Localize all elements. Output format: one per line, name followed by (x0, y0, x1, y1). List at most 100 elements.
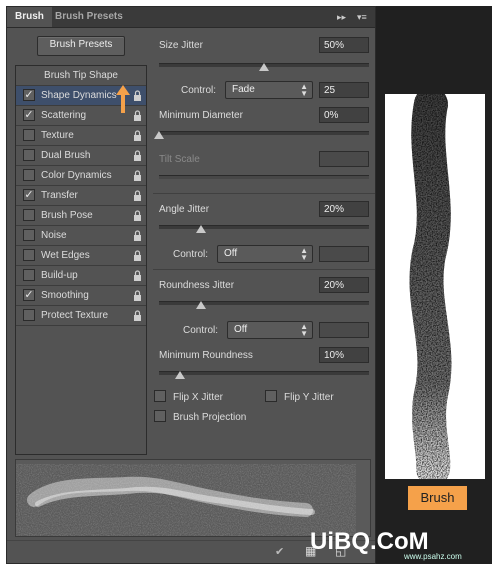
roundness-jitter-slider[interactable] (159, 301, 369, 305)
brush-tip-shape-label: Brush Tip Shape (44, 70, 118, 81)
checkbox[interactable] (23, 309, 35, 321)
fade-steps-field[interactable]: 25 (319, 82, 369, 98)
angle-jitter-thumb[interactable] (196, 225, 206, 233)
lock-icon[interactable] (133, 270, 142, 281)
chevron-updown-icon: ▲ ▼ (300, 322, 308, 338)
checkbox[interactable] (23, 249, 35, 261)
checkbox[interactable] (23, 209, 35, 221)
lock-icon[interactable] (133, 230, 142, 241)
min-diameter-field[interactable]: 0% (319, 107, 369, 123)
list-item-label: Scattering (41, 110, 87, 121)
min-diameter-thumb[interactable] (154, 131, 164, 139)
chevron-updown-icon: ▲ ▼ (300, 82, 308, 98)
checkbox[interactable] (23, 129, 35, 141)
brush-presets-button[interactable]: Brush Presets (37, 36, 125, 56)
list-item-build-up[interactable]: Build-up (16, 266, 146, 286)
brush-stroke-canvas (385, 94, 485, 479)
checkbox[interactable] (23, 229, 35, 241)
lock-icon[interactable] (133, 290, 142, 301)
tilt-scale-slider (159, 175, 369, 179)
brush-eye-icon[interactable]: ✔ (275, 545, 284, 558)
lock-icon[interactable] (133, 210, 142, 221)
roundness-control-extra-field (319, 322, 369, 338)
checkbox[interactable] (23, 269, 35, 281)
size-control-select[interactable]: Fade ▲ ▼ (225, 81, 313, 99)
tab-bar: Brush Brush Presets ▸▸ ▾≡ (7, 7, 375, 28)
list-item-smoothing[interactable]: ✓ Smoothing (16, 286, 146, 306)
roundness-jitter-thumb[interactable] (196, 301, 206, 309)
lock-icon[interactable] (133, 90, 142, 101)
list-item-protect-texture[interactable]: Protect Texture (16, 306, 146, 326)
list-item-wet-edges[interactable]: Wet Edges (16, 246, 146, 266)
lock-icon[interactable] (133, 190, 142, 201)
roundness-control-select[interactable]: Off ▲ ▼ (227, 321, 313, 339)
list-item-label: Shape Dynamics (41, 90, 117, 101)
lock-icon[interactable] (133, 310, 142, 321)
lock-icon[interactable] (133, 170, 142, 181)
checkbox[interactable] (23, 149, 35, 161)
size-control-value: Fade (232, 84, 255, 95)
tilt-scale-field (319, 151, 369, 167)
checkbox[interactable]: ✓ (23, 289, 35, 301)
angle-control-value: Off (224, 248, 238, 259)
stroke-preview-graphic (26, 470, 326, 530)
panel-menu-icon[interactable]: ▾≡ (357, 10, 367, 24)
lock-icon[interactable] (133, 130, 142, 141)
list-item-color-dynamics[interactable]: Color Dynamics (16, 166, 146, 186)
list-item-transfer[interactable]: ✓ Transfer (16, 186, 146, 206)
lock-icon[interactable] (133, 250, 142, 261)
divider (153, 269, 375, 270)
collapse-icon[interactable]: ▸▸ (337, 10, 346, 24)
min-diameter-label: Minimum Diameter (159, 110, 243, 121)
checkbox[interactable]: ✓ (23, 89, 35, 101)
lock-icon[interactable] (133, 110, 142, 121)
flip-y-label: Flip Y Jitter (284, 392, 334, 403)
size-control-label: Control: (181, 85, 217, 96)
brush-panel: Brush Brush Presets ▸▸ ▾≡ Brush Presets … (6, 6, 376, 564)
angle-jitter-field[interactable]: 20% (319, 201, 369, 217)
list-item-label: Wet Edges (41, 250, 90, 261)
watermark-url: www.psahz.com (404, 552, 462, 561)
checkbox[interactable] (23, 169, 35, 181)
list-item-brush-pose[interactable]: Brush Pose (16, 206, 146, 226)
divider (153, 193, 375, 194)
brush-projection-checkbox[interactable] (154, 410, 166, 422)
list-item-texture[interactable]: Texture (16, 126, 146, 146)
angle-jitter-slider[interactable] (159, 225, 369, 229)
flip-x-checkbox[interactable] (154, 390, 166, 402)
flip-y-checkbox[interactable] (265, 390, 277, 402)
tab-brush-presets[interactable]: Brush Presets (47, 7, 131, 27)
brush-projection-label: Brush Projection (173, 412, 247, 423)
checkbox[interactable]: ✓ (23, 109, 35, 121)
angle-control-extra-field (319, 246, 369, 262)
min-roundness-label: Minimum Roundness (159, 350, 253, 361)
checkbox[interactable]: ✓ (23, 189, 35, 201)
list-item-label: Smoothing (41, 290, 89, 301)
roundness-control-value: Off (234, 324, 248, 335)
min-roundness-thumb[interactable] (175, 371, 185, 379)
list-item-noise[interactable]: Noise (16, 226, 146, 246)
up-arrow-icon (116, 85, 130, 113)
list-item-label: Brush Pose (41, 210, 93, 221)
min-diameter-slider[interactable] (159, 131, 369, 135)
angle-jitter-label: Angle Jitter (159, 204, 210, 215)
lock-icon[interactable] (133, 150, 142, 161)
flip-x-label: Flip X Jitter (173, 392, 224, 403)
size-jitter-field[interactable]: 50% (319, 37, 369, 53)
tab-brush[interactable]: Brush (7, 7, 52, 27)
chevron-updown-icon: ▲ ▼ (300, 246, 308, 262)
brush-settings-list: Brush Tip Shape ✓ Shape Dynamics ✓ Scatteri… (15, 65, 147, 455)
min-roundness-slider[interactable] (159, 371, 369, 375)
angle-control-select[interactable]: Off ▲ ▼ (217, 245, 313, 263)
roundness-jitter-label: Roundness Jitter (159, 280, 235, 291)
tilt-scale-label: Tilt Scale (159, 154, 200, 165)
size-jitter-label: Size Jitter (159, 40, 203, 51)
list-item-label: Transfer (41, 190, 78, 201)
min-roundness-field[interactable]: 10% (319, 347, 369, 363)
angle-control-label: Control: (173, 249, 209, 260)
roundness-jitter-field[interactable]: 20% (319, 277, 369, 293)
size-jitter-thumb[interactable] (259, 63, 269, 71)
brush-tip-shape-item[interactable]: Brush Tip Shape (16, 66, 146, 86)
vertical-stroke-graphic (385, 94, 485, 479)
list-item-dual-brush[interactable]: Dual Brush (16, 146, 146, 166)
